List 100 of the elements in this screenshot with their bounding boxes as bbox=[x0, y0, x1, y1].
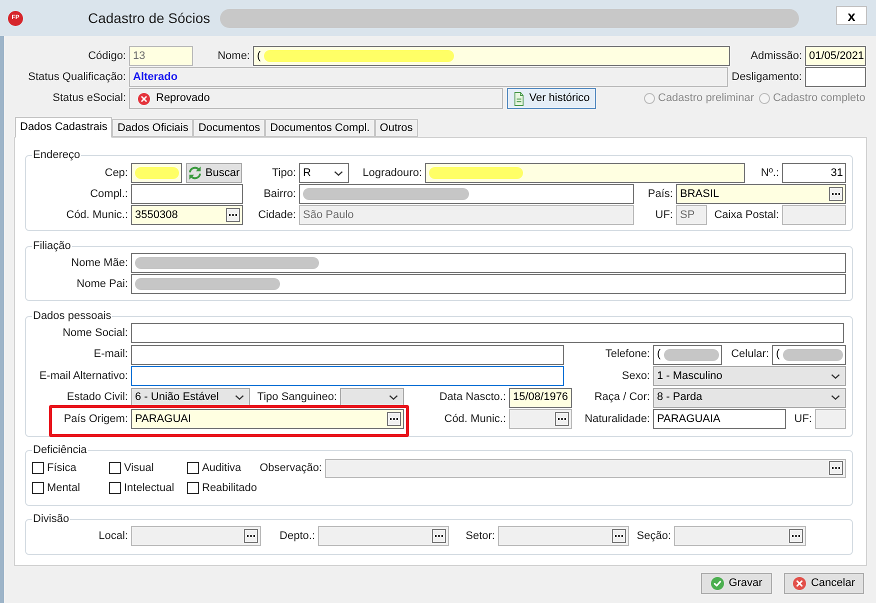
field-label: País Origem: bbox=[64, 412, 128, 427]
text-field[interactable] bbox=[805, 67, 866, 87]
text-field[interactable]: 15/08/1976 bbox=[509, 388, 572, 408]
field-label: E-mail: bbox=[94, 347, 128, 362]
checkbox[interactable] bbox=[187, 482, 199, 494]
checkbox-label: Reabilitado bbox=[202, 480, 258, 496]
ellipsis-button[interactable] bbox=[226, 208, 240, 222]
text-field[interactable] bbox=[299, 184, 634, 204]
document-icon bbox=[513, 92, 526, 106]
dropdown[interactable]: 8 - Parda bbox=[653, 388, 846, 408]
history-button[interactable]: Ver histórico bbox=[507, 88, 596, 109]
group-title: Filiação bbox=[32, 239, 72, 253]
group-title: Dados pessoais bbox=[32, 309, 112, 323]
field-label: Cód. Munic.: bbox=[66, 208, 128, 223]
save-button[interactable]: Gravar bbox=[701, 573, 772, 594]
field-label: Nome Social: bbox=[62, 326, 128, 341]
dropdown[interactable]: 1 - Masculino bbox=[653, 366, 846, 386]
field-label: Data Nascto.: bbox=[439, 390, 506, 406]
x-circle-icon bbox=[138, 92, 150, 104]
field-label: Cód. Munic.: bbox=[444, 412, 506, 427]
checkbox[interactable] bbox=[187, 462, 199, 474]
field-label: Observação: bbox=[260, 460, 322, 476]
cancel-button[interactable]: Cancelar bbox=[784, 573, 864, 594]
chevron-down-icon bbox=[831, 374, 840, 378]
text-field[interactable]: ( bbox=[772, 344, 846, 364]
text-field[interactable]: 01/05/2021 bbox=[805, 46, 866, 66]
field-label: Status eSocial: bbox=[52, 91, 126, 106]
checkbox-label: Visual bbox=[124, 460, 154, 476]
group-title: Divisão bbox=[32, 512, 70, 526]
field-label: Compl.: bbox=[90, 186, 128, 202]
chevron-down-icon bbox=[235, 395, 244, 400]
group-title: Deficiência bbox=[32, 443, 88, 457]
status-field: Alterado bbox=[129, 67, 728, 87]
field-label: País: bbox=[648, 186, 673, 202]
radio-label: Cadastro completo bbox=[772, 91, 866, 106]
refresh-icon bbox=[188, 166, 202, 180]
checkbox[interactable] bbox=[109, 462, 121, 474]
tab[interactable]: Dados Cadastrais bbox=[15, 117, 112, 138]
field-label: Nome Mãe: bbox=[71, 256, 128, 271]
field-label: Seção: bbox=[636, 528, 671, 544]
text-field[interactable]: PARAGUAIA bbox=[653, 409, 786, 429]
field-label: Raça / Cor: bbox=[594, 390, 650, 406]
field-label: Bairro: bbox=[264, 186, 296, 202]
field-label: Estado Civil: bbox=[66, 390, 128, 406]
field-label: Cidade: bbox=[258, 208, 296, 223]
lookup-field[interactable]: BRASIL bbox=[676, 184, 846, 204]
tab[interactable]: Documentos bbox=[193, 119, 266, 137]
field-label: Código: bbox=[88, 48, 126, 64]
close-button[interactable]: x bbox=[836, 6, 867, 25]
combo-box[interactable]: R bbox=[299, 163, 349, 183]
lookup-field[interactable]: 3550308 bbox=[131, 205, 243, 225]
text-field[interactable] bbox=[131, 253, 846, 273]
text-field[interactable]: 31 bbox=[782, 163, 846, 183]
field-label: Caixa Postal: bbox=[714, 208, 779, 223]
status-field: Reprovado bbox=[129, 88, 503, 109]
field-label: Nº.: bbox=[760, 166, 779, 181]
field-label: Tipo: bbox=[272, 166, 296, 181]
chevron-down-icon bbox=[334, 170, 343, 176]
radio-label: Cadastro preliminar bbox=[658, 91, 754, 106]
text-field[interactable]: ( bbox=[653, 344, 722, 364]
text-field[interactable] bbox=[131, 184, 243, 204]
text-field[interactable] bbox=[425, 163, 745, 183]
lookup-field[interactable]: PARAGUAI bbox=[131, 409, 404, 429]
field-label: Sexo: bbox=[622, 368, 650, 384]
text-field[interactable] bbox=[131, 323, 844, 343]
field-label: Cep: bbox=[104, 166, 128, 181]
text-field[interactable] bbox=[131, 344, 564, 364]
checkbox[interactable] bbox=[32, 462, 44, 474]
text-field[interactable] bbox=[131, 163, 182, 183]
ellipsis-button[interactable] bbox=[829, 187, 843, 201]
field-label: E-mail Alternativo: bbox=[39, 368, 128, 384]
checkbox-label: Auditiva bbox=[202, 460, 242, 476]
window-title: Cadastro de Sócios bbox=[88, 8, 210, 28]
text-field[interactable]: ( bbox=[253, 46, 730, 66]
checkbox-label: Mental bbox=[47, 480, 80, 496]
field-label: Naturalidade: bbox=[584, 412, 650, 427]
field-label: UF: bbox=[794, 412, 812, 427]
checkbox[interactable] bbox=[109, 482, 121, 494]
field-label: Nome: bbox=[218, 48, 250, 64]
field-label: Setor: bbox=[466, 528, 495, 544]
ellipsis-button[interactable] bbox=[387, 412, 401, 426]
dropdown[interactable] bbox=[340, 388, 404, 408]
group-title: Endereço bbox=[32, 148, 82, 162]
tab[interactable]: Documentos Compl. bbox=[265, 119, 375, 137]
tab[interactable]: Dados Oficiais bbox=[112, 119, 194, 137]
checkbox[interactable] bbox=[32, 482, 44, 494]
text-field[interactable] bbox=[131, 274, 846, 294]
field-label: Tipo Sanguineo: bbox=[257, 390, 337, 406]
tab[interactable]: Outros bbox=[374, 119, 418, 137]
text-field[interactable] bbox=[131, 366, 564, 386]
field-label: Logradouro: bbox=[362, 166, 422, 181]
field-label: Status Qualificação: bbox=[28, 70, 126, 85]
field-label: Telefone: bbox=[605, 347, 650, 362]
field-label: Nome Pai: bbox=[76, 276, 128, 292]
search-button[interactable]: Buscar bbox=[186, 163, 242, 183]
chevron-down-icon bbox=[831, 395, 840, 400]
chevron-down-icon bbox=[389, 395, 398, 400]
field-label: UF: bbox=[655, 208, 673, 223]
dropdown[interactable]: 6 - União Estável bbox=[131, 388, 250, 408]
field-label: Celular: bbox=[731, 347, 769, 362]
